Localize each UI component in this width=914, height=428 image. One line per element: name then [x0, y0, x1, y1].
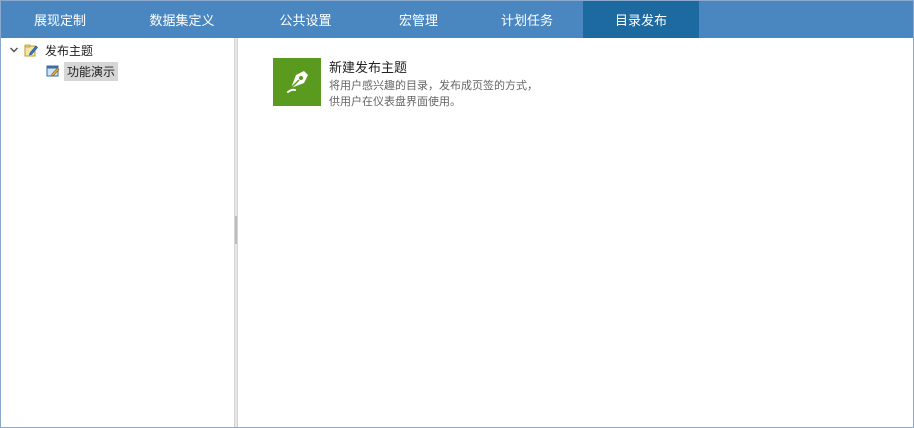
new-publish-topic-card[interactable]: 新建发布主题 将用户感兴趣的目录，发布成页签的方式， 供用户在仪表盘界面使用。 — [273, 58, 538, 110]
card-text: 新建发布主题 将用户感兴趣的目录，发布成页签的方式， 供用户在仪表盘界面使用。 — [329, 60, 538, 110]
tab-common-settings[interactable]: 公共设置 — [245, 1, 366, 38]
tree-node-root[interactable]: 发布主题 — [8, 40, 96, 60]
tree-panel: 发布主题 功能演示 — [2, 38, 234, 427]
document-edit-icon — [46, 64, 60, 78]
folder-edit-icon — [24, 43, 38, 57]
splitter-handle-icon[interactable] — [235, 216, 237, 244]
card-desc-line1: 将用户感兴趣的目录，发布成页签的方式， — [329, 79, 538, 92]
tree-label-root: 发布主题 — [45, 43, 94, 58]
app-window: 展现定制 数据集定义 公共设置 宏管理 计划任务 目录发布 发布主题 功能演示 … — [0, 0, 914, 428]
card-title[interactable]: 新建发布主题 — [329, 60, 538, 78]
top-nav: 展现定制 数据集定义 公共设置 宏管理 计划任务 目录发布 — [1, 1, 913, 38]
card-desc-line2: 供用户在仪表盘界面使用。 — [329, 95, 461, 108]
tab-dataset-definition[interactable]: 数据集定义 — [119, 1, 245, 38]
pen-nib-icon[interactable] — [273, 58, 321, 106]
tree-label-child: 功能演示 — [64, 61, 119, 81]
tab-scheduled-tasks[interactable]: 计划任务 — [471, 1, 583, 38]
content-panel: 新建发布主题 将用户感兴趣的目录，发布成页签的方式， 供用户在仪表盘界面使用。 — [238, 38, 913, 427]
tree-node-child[interactable]: 功能演示 — [46, 61, 119, 81]
tab-catalog-publish[interactable]: 目录发布 — [583, 1, 699, 38]
chevron-down-icon[interactable] — [8, 44, 20, 56]
tab-display-custom[interactable]: 展现定制 — [1, 1, 119, 38]
tab-macro-management[interactable]: 宏管理 — [366, 1, 471, 38]
